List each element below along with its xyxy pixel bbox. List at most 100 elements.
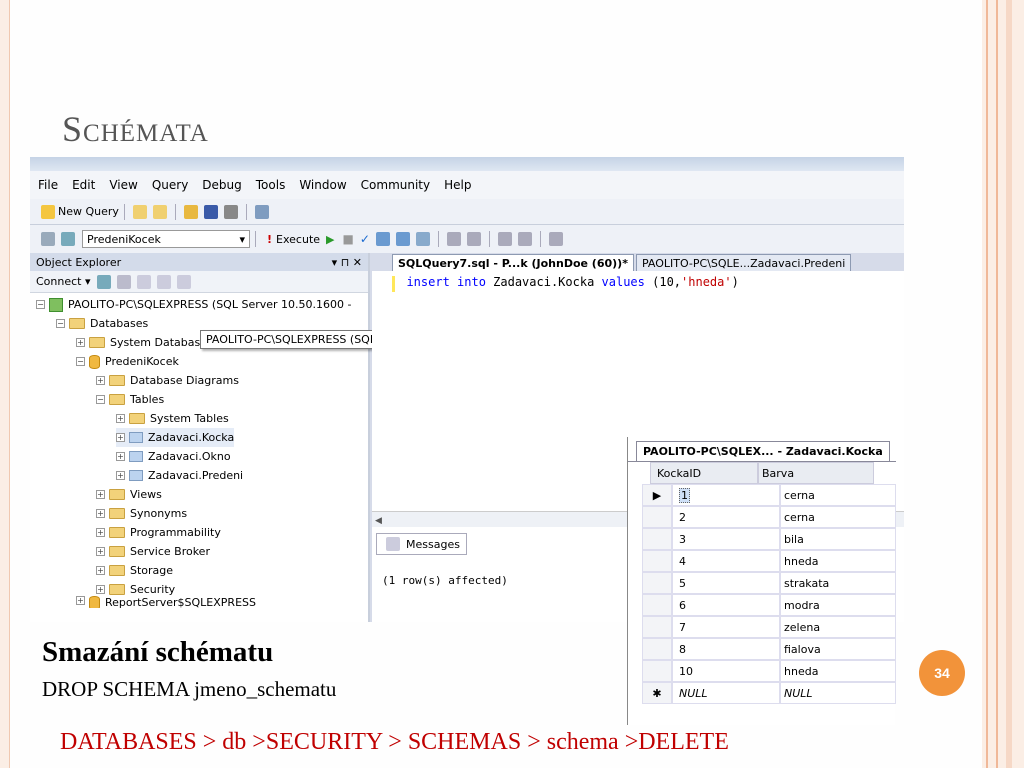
collapse-icon[interactable]: − — [76, 357, 85, 366]
activity-monitor-icon[interactable] — [254, 204, 269, 219]
row-selector[interactable] — [642, 506, 672, 528]
table-row[interactable]: 7 zelena — [642, 616, 896, 638]
specify-values-icon[interactable] — [548, 232, 563, 246]
cell-barva[interactable]: modra — [780, 594, 896, 616]
table-row[interactable]: ▶ 1 cerna — [642, 484, 896, 506]
menu-file[interactable]: File — [38, 178, 58, 192]
table-row[interactable]: 10 hneda — [642, 660, 896, 682]
table-row[interactable]: 8 fialova — [642, 638, 896, 660]
expand-icon[interactable]: + — [76, 596, 85, 605]
new-query-button[interactable]: New Query — [58, 205, 119, 218]
cell-barva[interactable]: strakata — [780, 572, 896, 594]
cell-barva[interactable]: cerna — [780, 484, 896, 506]
expand-icon[interactable]: + — [116, 433, 125, 442]
cell-barva[interactable]: hneda — [780, 660, 896, 682]
tree-node-synonyms[interactable]: + Synonyms — [96, 504, 187, 523]
new-project-icon[interactable] — [152, 204, 167, 219]
expand-icon[interactable]: + — [76, 338, 85, 347]
tree-node-databases[interactable]: − Databases — [56, 314, 148, 333]
messages-tab[interactable]: Messages — [376, 533, 467, 555]
cell-kockaid[interactable]: 6 — [672, 594, 780, 616]
tree-node-zadavaci-predeni[interactable]: + Zadavaci.Predeni — [116, 466, 243, 485]
connect-icon[interactable] — [41, 232, 55, 246]
expand-icon[interactable]: + — [96, 528, 105, 537]
database-select[interactable]: PredeniKocek ▾ — [82, 230, 250, 248]
tree-node-service-broker[interactable]: + Service Broker — [96, 542, 210, 561]
table-row[interactable]: 5 strakata — [642, 572, 896, 594]
cell-kockaid[interactable]: 4 — [672, 550, 780, 572]
cell-kockaid[interactable]: 2 — [672, 506, 780, 528]
comment-icon[interactable] — [446, 232, 461, 246]
tree-node-predenikocek[interactable]: − PredeniKocek — [76, 352, 179, 371]
row-selector[interactable] — [642, 528, 672, 550]
row-selector[interactable] — [642, 660, 672, 682]
connect-button[interactable]: Connect ▾ — [36, 275, 91, 288]
table-row[interactable]: 3 bila — [642, 528, 896, 550]
cell-kockaid[interactable]: 5 — [672, 572, 780, 594]
column-header-barva[interactable]: Barva — [758, 462, 874, 484]
expand-icon[interactable]: + — [96, 490, 105, 499]
tree-node-database-diagrams[interactable]: + Database Diagrams — [96, 371, 239, 390]
expand-icon[interactable]: + — [96, 566, 105, 575]
table-row-new[interactable]: ✱ NULL NULL — [642, 682, 896, 704]
expand-icon[interactable]: + — [96, 376, 105, 385]
indent-icon[interactable] — [497, 232, 512, 246]
cell-kockaid[interactable]: 1 — [672, 484, 780, 506]
menu-view[interactable]: View — [109, 178, 137, 192]
tree-node-zadavaci-kocka[interactable]: + Zadavaci.Kocka — [116, 428, 235, 447]
print-icon[interactable] — [223, 204, 238, 219]
cell-kockaid[interactable]: NULL — [672, 682, 780, 704]
new-file-icon[interactable] — [132, 204, 147, 219]
pin-close-icons[interactable]: ▾ ⊓ ✕ — [332, 256, 362, 269]
cell-kockaid[interactable]: 7 — [672, 616, 780, 638]
filter-icon[interactable] — [156, 274, 171, 289]
outdent-icon[interactable] — [517, 232, 532, 246]
collapse-icon[interactable]: − — [56, 319, 65, 328]
expand-icon[interactable]: + — [116, 471, 125, 480]
results-to-file-icon[interactable] — [415, 232, 430, 246]
tree-node-reportserver[interactable]: + ReportServer$SQLEXPRESS — [76, 596, 256, 608]
collapse-icon[interactable]: − — [36, 300, 45, 309]
tab-zadavaci-predeni[interactable]: PAOLITO-PC\SQLE...Zadavaci.Predeni — [635, 254, 852, 271]
menu-community[interactable]: Community — [361, 178, 430, 192]
table-row[interactable]: 2 cerna — [642, 506, 896, 528]
row-selector[interactable] — [642, 638, 672, 660]
cell-kockaid[interactable]: 3 — [672, 528, 780, 550]
save-icon[interactable] — [203, 204, 218, 219]
refresh-icon[interactable] — [176, 274, 191, 289]
collapse-icon[interactable]: − — [96, 395, 105, 404]
scroll-left-icon[interactable]: ◀ — [375, 516, 382, 526]
results-to-grid-icon[interactable] — [375, 232, 390, 246]
tree-node-storage[interactable]: + Storage — [96, 561, 173, 580]
expand-icon[interactable]: + — [96, 547, 105, 556]
stop-refresh-icon[interactable] — [136, 274, 151, 289]
row-selector[interactable] — [642, 550, 672, 572]
tree-node-views[interactable]: + Views — [96, 485, 162, 504]
cell-kockaid[interactable]: 8 — [672, 638, 780, 660]
change-connection-icon[interactable] — [61, 232, 75, 246]
tab-sqlquery7[interactable]: SQLQuery7.sql - P...k (JohnDoe (60))* — [392, 254, 634, 271]
menu-tools[interactable]: Tools — [256, 178, 286, 192]
column-header-kockaid[interactable]: KockaID — [650, 462, 758, 484]
cell-barva[interactable]: bila — [780, 528, 896, 550]
stop-icon[interactable]: ■ — [343, 232, 354, 246]
expand-icon[interactable]: + — [116, 414, 125, 423]
uncomment-icon[interactable] — [466, 232, 481, 246]
tree-node-server[interactable]: − PAOLITO-PC\SQLEXPRESS (SQL Server 10.50… — [36, 295, 351, 314]
open-folder-icon[interactable] — [183, 204, 198, 219]
menu-edit[interactable]: Edit — [72, 178, 95, 192]
menu-debug[interactable]: Debug — [202, 178, 241, 192]
cell-barva[interactable]: cerna — [780, 506, 896, 528]
table-row[interactable]: 6 modra — [642, 594, 896, 616]
menu-query[interactable]: Query — [152, 178, 188, 192]
row-selector[interactable] — [642, 594, 672, 616]
table-data-tab[interactable]: PAOLITO-PC\SQLEX... - Zadavaci.Kocka — [636, 441, 890, 461]
results-to-text-icon[interactable] — [395, 232, 410, 246]
parse-check-icon[interactable]: ✓ — [360, 232, 370, 246]
expand-icon[interactable]: + — [96, 509, 105, 518]
cell-barva[interactable]: hneda — [780, 550, 896, 572]
cell-barva[interactable]: NULL — [780, 682, 896, 704]
execute-button[interactable]: ! Execute ▶ — [267, 233, 335, 246]
table-row[interactable]: 4 hneda — [642, 550, 896, 572]
menu-help[interactable]: Help — [444, 178, 471, 192]
